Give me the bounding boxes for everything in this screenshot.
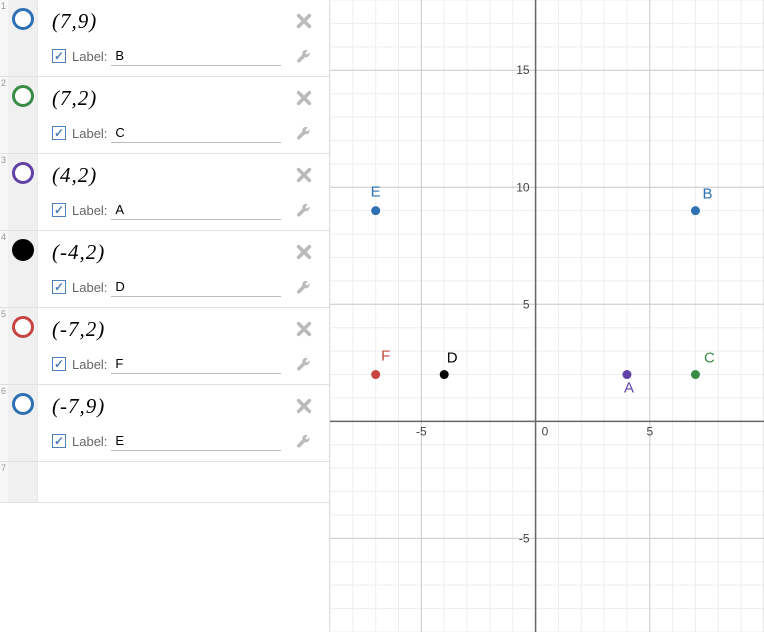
data-point[interactable]: [440, 370, 449, 379]
label-input[interactable]: [111, 200, 281, 220]
delete-icon[interactable]: [295, 243, 313, 261]
color-dot-icon[interactable]: [12, 85, 34, 107]
row-gutter: [8, 385, 38, 461]
row-body: (-4,2) Label:: [38, 231, 329, 307]
label-caption: Label:: [72, 49, 107, 64]
row-body: (-7,2) Label:: [38, 308, 329, 384]
delete-icon[interactable]: [295, 397, 313, 415]
row-number: 1: [0, 0, 8, 76]
label-checkbox[interactable]: [52, 280, 66, 294]
color-dot-icon[interactable]: [12, 8, 34, 30]
color-dot-icon[interactable]: [12, 393, 34, 415]
row-body: (7,9) Label:: [38, 0, 329, 76]
expression-text[interactable]: (-7,2): [52, 317, 295, 342]
data-point[interactable]: [371, 370, 380, 379]
row-number: 5: [0, 308, 8, 384]
svg-text:5: 5: [646, 424, 653, 438]
expression-row[interactable]: 2 (7,2) Label:: [0, 77, 329, 154]
expression-row[interactable]: 6 (-7,9) Label:: [0, 385, 329, 462]
point-label: A: [624, 380, 634, 397]
row-gutter: [8, 308, 38, 384]
point-label: D: [447, 350, 458, 367]
delete-icon[interactable]: [295, 166, 313, 184]
label-caption: Label:: [72, 434, 107, 449]
data-point[interactable]: [691, 206, 700, 215]
data-point[interactable]: [691, 370, 700, 379]
label-input[interactable]: [111, 123, 281, 143]
settings-icon[interactable]: [295, 124, 313, 142]
data-point[interactable]: [622, 370, 631, 379]
row-gutter: [8, 231, 38, 307]
label-input[interactable]: [111, 277, 281, 297]
row-body: (-7,9) Label:: [38, 385, 329, 461]
settings-icon[interactable]: [295, 201, 313, 219]
row-number: 7: [0, 462, 8, 502]
svg-text:5: 5: [523, 297, 530, 311]
expression-text[interactable]: (4,2): [52, 163, 295, 188]
settings-icon[interactable]: [295, 47, 313, 65]
row-body: (4,2) Label:: [38, 154, 329, 230]
expression-text[interactable]: (-4,2): [52, 240, 295, 265]
label-caption: Label:: [72, 203, 107, 218]
settings-icon[interactable]: [295, 278, 313, 296]
label-input[interactable]: [111, 354, 281, 374]
row-gutter: [8, 77, 38, 153]
row-gutter: [8, 0, 38, 76]
expression-row[interactable]: 5 (-7,2) Label:: [0, 308, 329, 385]
delete-icon[interactable]: [295, 12, 313, 30]
expression-row[interactable]: 1 (7,9) Label:: [0, 0, 329, 77]
label-caption: Label:: [72, 126, 107, 141]
svg-text:0: 0: [542, 424, 549, 438]
row-gutter: [8, 154, 38, 230]
point-label: F: [381, 348, 390, 365]
expression-text[interactable]: (7,9): [52, 9, 295, 34]
expression-text[interactable]: (-7,9): [52, 394, 295, 419]
delete-icon[interactable]: [295, 320, 313, 338]
label-caption: Label:: [72, 357, 107, 372]
point-label: C: [704, 350, 715, 367]
color-dot-icon[interactable]: [12, 162, 34, 184]
row-number: 3: [0, 154, 8, 230]
label-checkbox[interactable]: [52, 434, 66, 448]
point-label: E: [371, 184, 381, 201]
color-dot-icon[interactable]: [12, 316, 34, 338]
row-number: 4: [0, 231, 8, 307]
label-checkbox[interactable]: [52, 49, 66, 63]
delete-icon[interactable]: [295, 89, 313, 107]
graph-area[interactable]: -5 0 5 -5 5 10 15 B C A D F E: [330, 0, 764, 632]
label-caption: Label:: [72, 280, 107, 295]
color-dot-icon[interactable]: [12, 239, 34, 261]
data-point[interactable]: [371, 206, 380, 215]
svg-text:-5: -5: [416, 424, 427, 438]
label-checkbox[interactable]: [52, 357, 66, 371]
point-label: B: [702, 186, 712, 203]
settings-icon[interactable]: [295, 432, 313, 450]
row-number: 6: [0, 385, 8, 461]
empty-expression-row[interactable]: 7: [0, 462, 329, 503]
expression-row[interactable]: 4 (-4,2) Label:: [0, 231, 329, 308]
svg-text:10: 10: [516, 180, 530, 194]
expression-list: 1 (7,9) Label: 2 (7,2) Label: 3 (4,2) Label: 4 (-4…: [0, 0, 330, 632]
label-checkbox[interactable]: [52, 126, 66, 140]
label-checkbox[interactable]: [52, 203, 66, 217]
label-input[interactable]: [111, 431, 281, 451]
graph-canvas[interactable]: -5 0 5 -5 5 10 15 B C A D F E: [330, 0, 764, 632]
label-input[interactable]: [111, 46, 281, 66]
svg-text:15: 15: [516, 63, 530, 77]
row-body: (7,2) Label:: [38, 77, 329, 153]
row-number: 2: [0, 77, 8, 153]
expression-text[interactable]: (7,2): [52, 86, 295, 111]
svg-text:-5: -5: [519, 531, 530, 545]
expression-row[interactable]: 3 (4,2) Label:: [0, 154, 329, 231]
settings-icon[interactable]: [295, 355, 313, 373]
